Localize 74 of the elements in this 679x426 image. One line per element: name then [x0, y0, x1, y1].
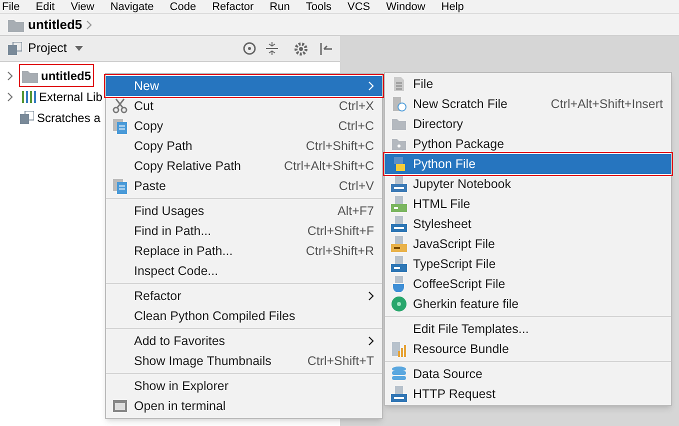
menu-item[interactable]: Data Source — [385, 364, 671, 384]
menu-bar-item[interactable]: Navigate — [110, 0, 154, 14]
menu-item[interactable]: HTTP Request — [385, 384, 671, 404]
folder-icon — [391, 136, 407, 152]
menu-bar-item[interactable]: Refactor — [212, 0, 254, 14]
menu-item[interactable]: Copy Ctrl+C — [106, 116, 382, 136]
scissors-icon — [112, 98, 128, 114]
menu-bar-item[interactable]: Run — [270, 0, 290, 14]
menu-item[interactable]: Find Usages Alt+F7 — [106, 201, 382, 221]
menu-item[interactable]: Resource Bundle — [385, 339, 671, 359]
tree-item[interactable]: untitled5 — [20, 65, 93, 86]
menu-item[interactable]: Clean Python Compiled Files — [106, 306, 382, 326]
file-type-icon — [391, 196, 407, 212]
document-icon — [112, 118, 128, 134]
terminal-icon — [112, 398, 128, 414]
menu-item[interactable]: Copy Relative Path Ctrl+Alt+Shift+C — [106, 156, 382, 176]
database-icon — [391, 366, 407, 382]
menu-item[interactable]: Edit File Templates... — [385, 319, 671, 339]
menu-bar-item[interactable]: Window — [386, 0, 426, 14]
cucumber-icon — [391, 296, 407, 312]
menu-item[interactable]: Inspect Code... — [106, 261, 382, 281]
settings-icon[interactable] — [294, 42, 308, 56]
collapse-icon[interactable] — [266, 42, 278, 55]
menu-item[interactable]: Refactor — [106, 286, 382, 306]
menu-item[interactable]: New Scratch File Ctrl+Alt+Shift+Insert — [385, 94, 671, 114]
menu-item[interactable]: JavaScript File — [385, 234, 671, 254]
panel-title[interactable]: Project — [28, 39, 67, 58]
menu-bar-item[interactable]: Edit — [36, 0, 55, 14]
hide-panel-icon[interactable] — [320, 42, 332, 54]
menu-item[interactable]: Find in Path... Ctrl+Shift+F — [106, 221, 382, 241]
tree-item[interactable]: Scratches a — [18, 107, 102, 128]
document-icon — [112, 178, 128, 194]
menu-item[interactable]: TypeScript File — [385, 254, 671, 274]
file-icon — [391, 76, 407, 92]
menu-item[interactable]: Python File — [385, 154, 671, 174]
menu-item[interactable]: Directory — [385, 114, 671, 134]
python-icon — [391, 156, 407, 172]
menu-item[interactable]: Open in terminal — [106, 396, 382, 416]
menu-item[interactable]: New — [106, 76, 382, 96]
file-type-icon — [391, 216, 407, 232]
breadcrumb-item[interactable]: untitled5 — [28, 14, 82, 34]
folder-icon — [8, 18, 24, 32]
menu-bar-item[interactable]: VCS — [348, 0, 370, 14]
file-type-icon — [391, 236, 407, 252]
menu-item[interactable]: Add to Favorites — [106, 331, 382, 351]
menu-item[interactable]: File — [385, 74, 671, 94]
file-type-icon — [391, 386, 407, 402]
menu-bar-item[interactable]: File — [2, 0, 20, 14]
file-type-icon — [391, 176, 407, 192]
menu-bar-item[interactable]: Tools — [306, 0, 332, 14]
bar-chart-icon — [391, 341, 407, 357]
menu-item[interactable]: Paste Ctrl+V — [106, 176, 382, 196]
menu-item[interactable]: CoffeeScript File — [385, 274, 671, 294]
menu-item[interactable]: Jupyter Notebook — [385, 174, 671, 194]
menu-item[interactable]: Cut Ctrl+X — [106, 96, 382, 116]
menu-item[interactable]: Stylesheet — [385, 214, 671, 234]
library-icon — [22, 90, 36, 104]
menu-item[interactable]: HTML File — [385, 194, 671, 214]
cup-icon — [391, 276, 407, 292]
menu-bar-item[interactable]: Help — [441, 0, 464, 14]
menu-item[interactable]: Show Image Thumbnails Ctrl+Shift+T — [106, 351, 382, 371]
menu-item[interactable]: Gherkin feature file — [385, 294, 671, 314]
folder-icon — [22, 68, 38, 82]
menu-bar-item[interactable]: Code — [170, 0, 196, 14]
folder-icon — [391, 116, 407, 132]
target-icon[interactable] — [243, 42, 256, 55]
tree-item[interactable]: External Lib — [20, 86, 104, 107]
menu-item[interactable]: Python Package — [385, 134, 671, 154]
file-type-icon — [391, 256, 407, 272]
menu-item[interactable]: Show in Explorer — [106, 376, 382, 396]
menu-bar-item[interactable]: View — [70, 0, 94, 14]
menu-item[interactable]: Copy Path Ctrl+Shift+C — [106, 136, 382, 156]
menu-item[interactable]: Replace in Path... Ctrl+Shift+R — [106, 241, 382, 261]
dropdown-caret-icon[interactable] — [74, 46, 83, 51]
